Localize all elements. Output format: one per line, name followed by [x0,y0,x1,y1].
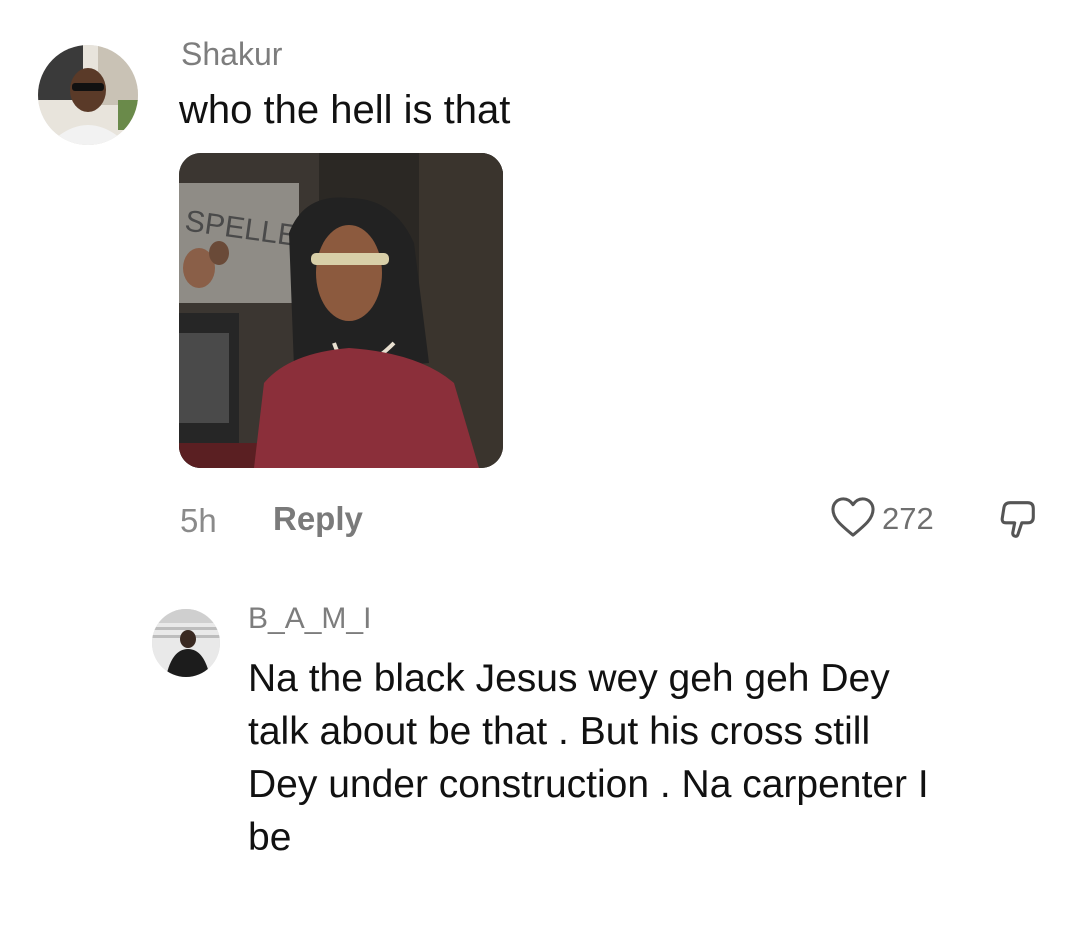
avatar[interactable] [38,45,138,145]
thumbs-down-icon [994,501,1040,546]
comment-text-line: Dey under construction . Na carpenter I [248,763,929,806]
comment-gif-image[interactable]: SPELLER [179,153,503,468]
reply-button[interactable]: Reply [273,500,363,538]
comment-text-line: Na the black Jesus wey geh geh Dey [248,657,890,700]
comment-text: who the hell is that [179,88,511,132]
comment-text: Na the black Jesus wey geh geh Dey talk … [248,652,1048,864]
like-button[interactable]: 272 [830,496,934,543]
comment-text-line: talk about be that . But his cross still [248,710,871,753]
like-count: 272 [882,501,934,536]
comment-text-line: be [248,816,292,859]
comment-username[interactable]: Shakur [181,36,282,73]
comment-timestamp: 5h [180,502,217,539]
heart-outline-icon [830,496,876,543]
avatar[interactable] [152,609,220,677]
dislike-button[interactable] [994,496,1040,542]
comment-username[interactable]: B_A_M_I [248,602,371,636]
